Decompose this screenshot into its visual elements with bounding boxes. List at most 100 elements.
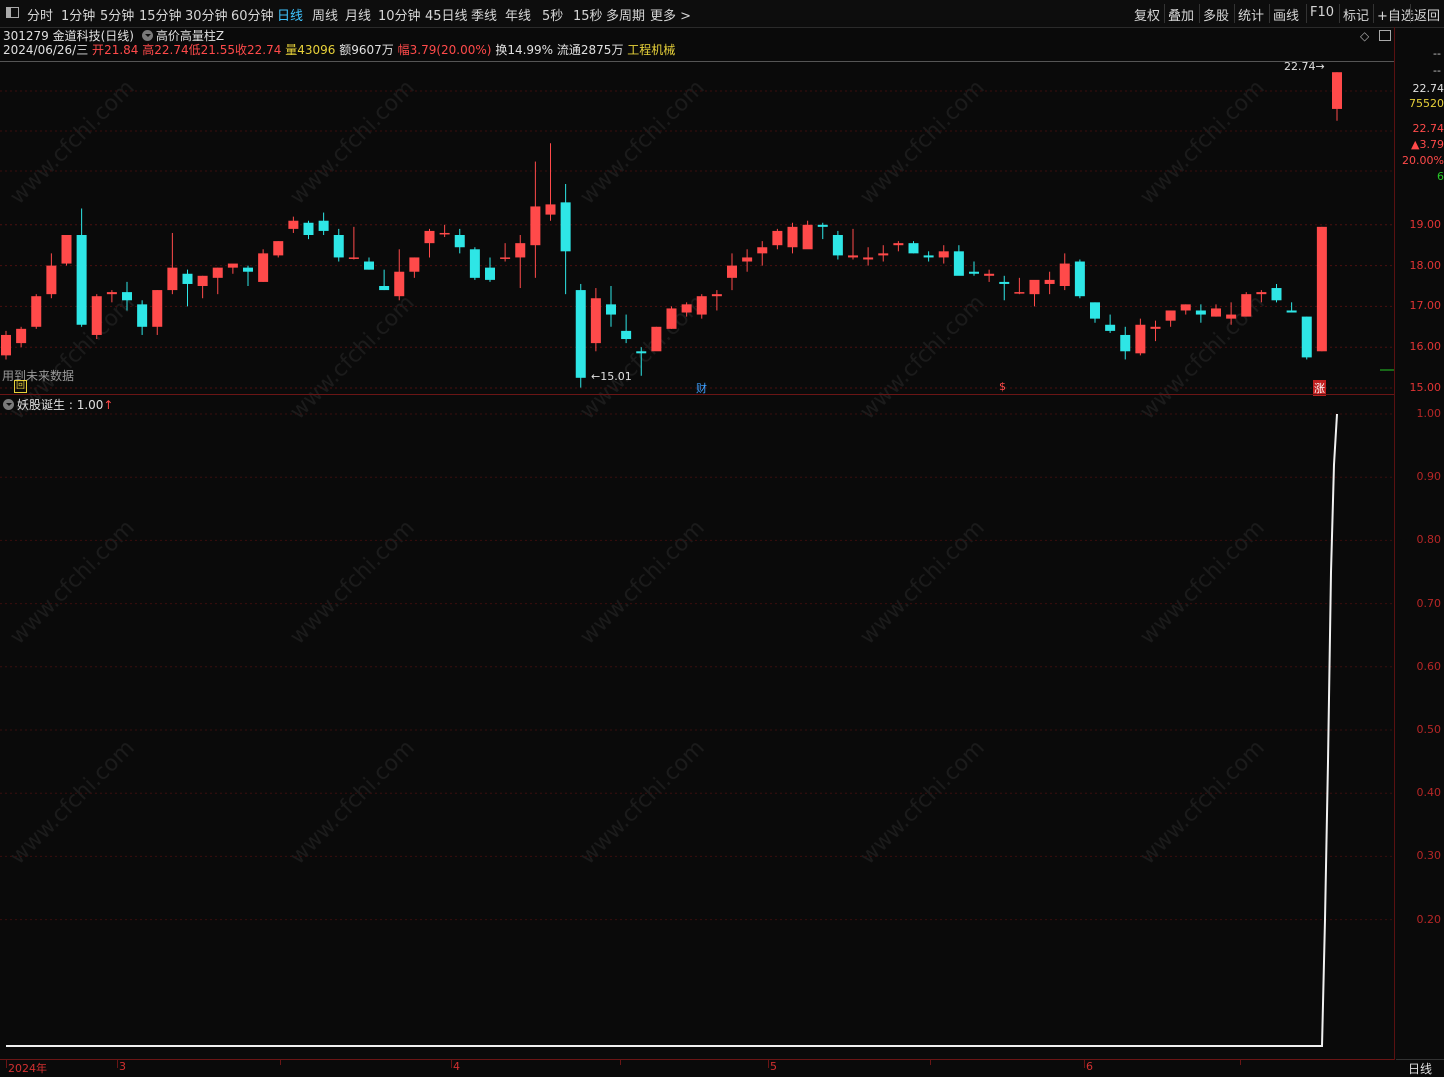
period-tab-6[interactable]: 日线 <box>277 5 303 24</box>
candle[interactable] <box>954 245 964 276</box>
candle[interactable] <box>863 247 873 265</box>
candle[interactable] <box>440 225 450 237</box>
toolbar-button-0[interactable]: 复权 <box>1134 5 1160 24</box>
candle[interactable] <box>576 284 586 388</box>
candle[interactable] <box>515 235 525 288</box>
candle[interactable] <box>636 347 646 376</box>
candle[interactable] <box>1014 278 1024 294</box>
period-tab-14[interactable]: 15秒 <box>573 5 603 24</box>
candle[interactable] <box>1090 302 1100 322</box>
period-tab-15[interactable]: 多周期 <box>606 5 645 24</box>
candle[interactable] <box>772 229 782 249</box>
candle[interactable] <box>77 208 87 326</box>
candle[interactable] <box>1226 302 1236 324</box>
period-tab-16[interactable]: 更多 > <box>650 5 691 24</box>
window-icon[interactable] <box>6 7 19 18</box>
candle[interactable] <box>667 306 677 328</box>
candle[interactable] <box>651 327 661 351</box>
sub-indicator-chart[interactable] <box>0 395 1394 1059</box>
candle[interactable] <box>969 262 979 276</box>
candle[interactable] <box>334 229 344 262</box>
period-tab-0[interactable]: 分时 <box>27 5 53 24</box>
diamond-icon[interactable]: ◇ <box>1360 29 1369 43</box>
candle[interactable] <box>228 264 238 274</box>
period-tab-1[interactable]: 1分钟 <box>61 5 95 24</box>
candle[interactable] <box>364 257 374 269</box>
candle[interactable] <box>833 231 843 260</box>
candle[interactable] <box>107 290 117 302</box>
candle[interactable] <box>1060 253 1070 290</box>
candle[interactable] <box>788 223 798 254</box>
candle[interactable] <box>742 249 752 271</box>
period-tab-12[interactable]: 年线 <box>505 5 531 24</box>
candle[interactable] <box>1135 319 1145 356</box>
candle[interactable] <box>621 315 631 344</box>
toolbar-button-1[interactable]: 叠加 <box>1168 5 1194 24</box>
candle[interactable] <box>243 266 253 286</box>
candle[interactable] <box>606 286 616 327</box>
candle[interactable] <box>46 253 56 298</box>
candlestick-chart[interactable] <box>0 61 1394 394</box>
toolbar-button-3[interactable]: 统计 <box>1238 5 1264 24</box>
candle[interactable] <box>546 143 556 221</box>
candle[interactable] <box>1287 302 1297 312</box>
candle[interactable] <box>924 251 934 261</box>
candle[interactable] <box>757 241 767 265</box>
candle[interactable] <box>152 290 162 335</box>
toolbar-button-2[interactable]: 多股 <box>1203 5 1229 24</box>
toolbar-button-8[interactable]: 返回 <box>1414 5 1440 24</box>
candle[interactable] <box>167 233 177 294</box>
candle[interactable] <box>1241 292 1251 316</box>
candle[interactable] <box>561 184 571 294</box>
candle[interactable] <box>697 294 707 318</box>
candle[interactable] <box>319 213 329 235</box>
candle[interactable] <box>425 229 435 258</box>
candle[interactable] <box>682 302 692 316</box>
candle[interactable] <box>485 257 495 281</box>
period-tab-7[interactable]: 周线 <box>312 5 338 24</box>
candle[interactable] <box>1332 72 1342 121</box>
candle[interactable] <box>258 249 268 282</box>
candle[interactable] <box>349 227 359 260</box>
toolbar-button-4[interactable]: 画线 <box>1273 5 1299 24</box>
candle[interactable] <box>591 288 601 351</box>
candle[interactable] <box>92 294 102 339</box>
candle[interactable] <box>137 300 147 335</box>
candle[interactable] <box>1302 317 1312 360</box>
candle[interactable] <box>1256 290 1266 302</box>
candle[interactable] <box>818 223 828 239</box>
candle[interactable] <box>379 270 389 290</box>
period-tab-9[interactable]: 10分钟 <box>378 5 421 24</box>
candle[interactable] <box>500 243 510 261</box>
period-tab-13[interactable]: 5秒 <box>542 5 563 24</box>
period-tab-10[interactable]: 45日线 <box>425 5 468 24</box>
candle[interactable] <box>984 270 994 282</box>
candle[interactable] <box>1166 310 1176 326</box>
dollar-marker[interactable]: $ <box>999 380 1006 393</box>
candle[interactable] <box>455 229 465 253</box>
period-tab-3[interactable]: 15分钟 <box>139 5 182 24</box>
candle[interactable] <box>893 241 903 251</box>
candle[interactable] <box>999 276 1009 300</box>
period-tab-4[interactable]: 30分钟 <box>185 5 228 24</box>
layout-icon[interactable] <box>1379 30 1391 41</box>
sector-link[interactable]: 工程机械 <box>627 43 675 57</box>
candle[interactable] <box>1211 304 1221 316</box>
candle[interactable] <box>1045 272 1055 294</box>
candle[interactable] <box>1181 304 1191 314</box>
candle[interactable] <box>470 247 480 280</box>
candle[interactable] <box>1151 321 1161 341</box>
period-tab-11[interactable]: 季线 <box>471 5 497 24</box>
candle[interactable] <box>1272 284 1282 302</box>
toolbar-button-7[interactable]: +自选 <box>1377 5 1414 24</box>
candle[interactable] <box>1075 259 1085 298</box>
toolbar-button-6[interactable]: 标记 <box>1343 5 1369 24</box>
period-tab-5[interactable]: 60分钟 <box>231 5 274 24</box>
candle[interactable] <box>1 331 11 360</box>
period-tab-8[interactable]: 月线 <box>345 5 371 24</box>
candle[interactable] <box>62 235 72 266</box>
toolbar-button-5[interactable]: F10 <box>1310 5 1334 20</box>
candle[interactable] <box>712 290 722 310</box>
candle[interactable] <box>31 294 41 329</box>
candle[interactable] <box>939 245 949 263</box>
